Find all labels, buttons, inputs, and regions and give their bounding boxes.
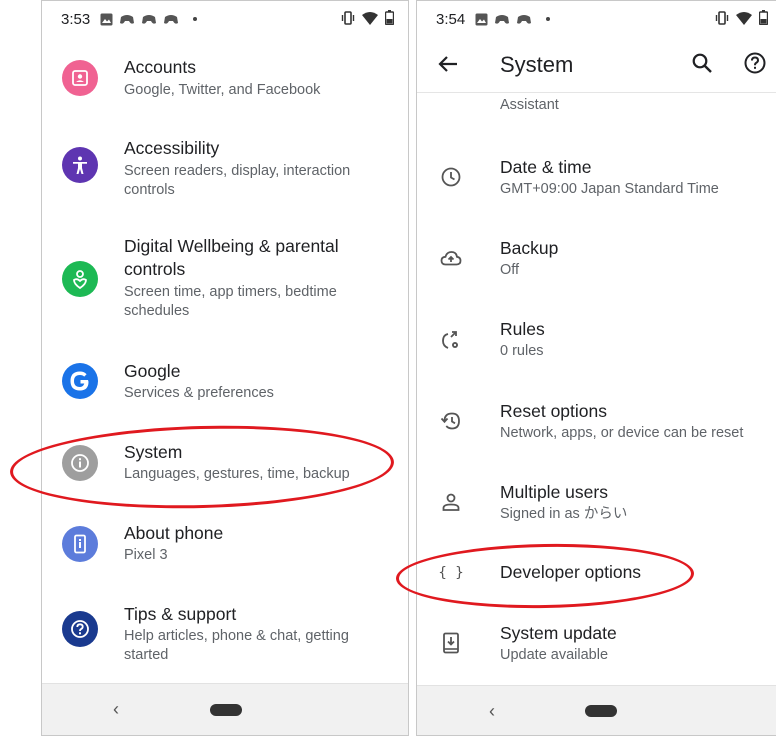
app-bar: System <box>417 37 776 93</box>
page-title: System <box>500 52 574 77</box>
phone-info-icon <box>62 526 98 562</box>
item-title: System <box>124 442 183 462</box>
cloud-upload-icon <box>439 246 463 270</box>
partial-item-subtitle: Assistant <box>500 97 559 113</box>
game-notification-icon <box>517 15 532 24</box>
item-title: Digital Wellbeing & parental controls <box>124 236 339 279</box>
settings-item-about-phone[interactable]: About phone Pixel 3 <box>42 506 408 586</box>
system-status-icons <box>715 10 768 25</box>
help-icon[interactable] <box>743 51 767 80</box>
item-subtitle: Network, apps, or device can be reset <box>500 425 744 441</box>
nav-back-button[interactable]: ‹ <box>113 699 119 720</box>
system-item-date-time[interactable]: Date & time GMT+09:00 Japan Standard Tim… <box>417 137 776 217</box>
item-title: Tips & support <box>124 604 237 624</box>
nav-back-button[interactable]: ‹ <box>489 701 495 722</box>
back-arrow-icon[interactable] <box>437 53 459 80</box>
settings-item-accessibility[interactable]: Accessibility Screen readers, display, i… <box>42 125 408 215</box>
image-notification-icon <box>100 13 113 25</box>
status-bar: 3:53 <box>42 1 408 37</box>
game-notification-icon <box>495 15 510 24</box>
settings-item-system[interactable]: System Languages, gestures, time, backup <box>42 425 408 505</box>
item-title: Google <box>124 361 181 381</box>
item-title: Accessibility <box>124 138 220 158</box>
rules-icon <box>439 329 463 353</box>
battery-icon <box>385 10 394 25</box>
more-notifications-dot <box>546 17 551 21</box>
navigation-bar: ‹ <box>417 685 776 735</box>
code-braces-icon: { } <box>438 565 464 581</box>
accounts-icon <box>62 60 98 96</box>
settings-item-digital-wellbeing[interactable]: Digital Wellbeing & parental controls Sc… <box>42 225 408 335</box>
game-notification-icon <box>164 15 179 24</box>
status-time: 3:54 <box>436 10 466 28</box>
clock-icon <box>439 165 463 189</box>
status-time: 3:53 <box>61 10 91 28</box>
navigation-bar: ‹ <box>42 683 408 735</box>
item-subtitle: Screen readers, display, interaction con… <box>124 163 351 198</box>
system-item-system-update[interactable]: System update Update available <box>417 603 776 683</box>
person-icon <box>439 490 463 514</box>
nav-home-button[interactable] <box>585 705 617 717</box>
accessibility-icon <box>62 147 98 183</box>
item-subtitle: Services & preferences <box>124 385 274 401</box>
item-title: About phone <box>124 523 224 543</box>
item-subtitle: GMT+09:00 Japan Standard Time <box>500 181 719 197</box>
settings-item-google[interactable]: Google Services & preferences <box>42 345 408 415</box>
system-item-rules[interactable]: Rules 0 rules <box>417 299 776 379</box>
item-subtitle: Google, Twitter, and Facebook <box>124 82 321 98</box>
more-notifications-dot <box>193 17 198 21</box>
wifi-icon <box>362 11 378 25</box>
game-notification-icon <box>120 15 135 24</box>
game-notification-icon <box>142 15 157 24</box>
system-item-developer-options[interactable]: { } Developer options <box>417 543 776 603</box>
notification-icons <box>475 13 551 26</box>
item-title: System update <box>500 623 617 643</box>
settings-item-tips-support[interactable]: Tips & support Help articles, phone & ch… <box>42 587 408 677</box>
right-phone-screen: 3:54 Assistant System Date & time GMT+09… <box>416 0 776 736</box>
item-title: Developer options <box>500 562 642 582</box>
item-subtitle: Signed in as からい <box>500 506 628 522</box>
search-icon[interactable] <box>691 52 713 79</box>
status-bar: 3:54 <box>417 1 776 37</box>
image-notification-icon <box>475 13 488 25</box>
wellbeing-icon <box>62 261 98 297</box>
settings-item-accounts[interactable]: Accounts Google, Twitter, and Facebook <box>42 41 408 121</box>
system-status-icons <box>341 10 394 25</box>
item-subtitle: 0 rules <box>500 343 544 359</box>
wifi-icon <box>736 11 752 25</box>
item-title: Accounts <box>124 57 196 77</box>
item-subtitle: Update available <box>500 647 609 663</box>
vibrate-icon <box>715 10 729 25</box>
history-icon <box>439 409 463 433</box>
system-item-multiple-users[interactable]: Multiple users Signed in as からい <box>417 462 776 542</box>
vibrate-icon <box>341 10 355 25</box>
item-subtitle: Languages, gestures, time, backup <box>124 466 350 482</box>
item-subtitle: Screen time, app timers, bedtime schedul… <box>124 284 337 319</box>
item-title: Backup <box>500 238 559 258</box>
notification-icons <box>100 13 198 26</box>
battery-icon <box>759 10 768 25</box>
system-update-icon <box>439 631 463 655</box>
item-title: Rules <box>500 319 545 339</box>
system-item-backup[interactable]: Backup Off <box>417 218 776 298</box>
system-item-reset-options[interactable]: Reset options Network, apps, or device c… <box>417 381 776 461</box>
item-subtitle: Pixel 3 <box>124 547 168 563</box>
item-title: Multiple users <box>500 482 608 502</box>
item-title: Reset options <box>500 401 608 421</box>
help-icon <box>62 611 98 647</box>
item-subtitle: Help articles, phone & chat, getting sta… <box>124 628 349 663</box>
item-subtitle: Off <box>500 262 520 278</box>
nav-home-button[interactable] <box>210 704 242 716</box>
left-phone-screen: 3:53 Accounts Google, Twitter, and Faceb… <box>41 0 409 736</box>
info-icon <box>62 445 98 481</box>
google-icon <box>62 363 98 399</box>
item-title: Date & time <box>500 157 592 177</box>
